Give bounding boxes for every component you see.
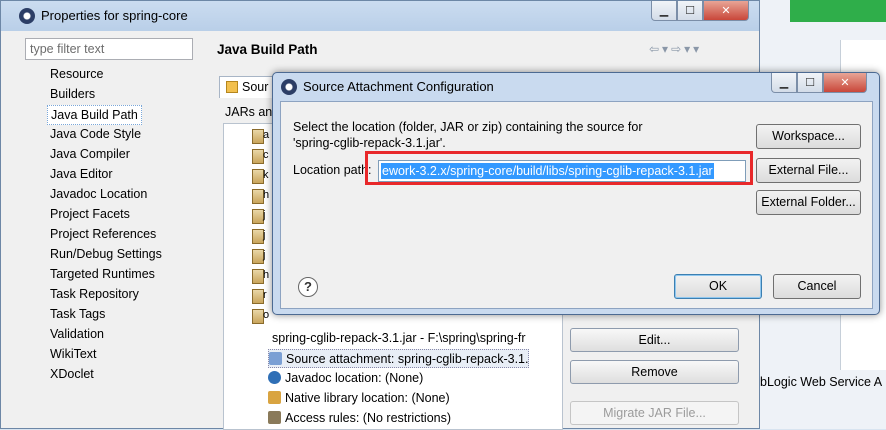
- description-line-2: 'spring-cglib-repack-3.1.jar'.: [293, 136, 446, 150]
- jar-icon[interactable]: j: [252, 229, 266, 244]
- external-folder-button[interactable]: External Folder...: [756, 190, 861, 215]
- jar-icon[interactable]: k: [252, 169, 269, 184]
- jar-icon[interactable]: o: [252, 309, 269, 324]
- jar-name-fragment: h: [263, 189, 270, 201]
- jar-name-fragment: j: [263, 249, 266, 261]
- edit-button[interactable]: Edit...: [570, 328, 739, 352]
- jar-icon[interactable]: a: [252, 129, 269, 144]
- nav-item-task-tags[interactable]: Task Tags: [47, 305, 108, 325]
- jar-child-label: Javadoc location: (None): [285, 371, 424, 385]
- remove-button[interactable]: Remove: [570, 360, 739, 384]
- maximize-button[interactable]: ☐: [677, 1, 703, 21]
- description-line-1: Select the location (folder, JAR or zip)…: [293, 120, 643, 134]
- workspace-button[interactable]: Workspace...: [756, 124, 861, 149]
- nav-item-run-debug-settings[interactable]: Run/Debug Settings: [47, 245, 165, 265]
- jar-name-fragment: j: [263, 209, 266, 221]
- nav-item-wikitext[interactable]: WikiText: [47, 345, 100, 365]
- jar-name-fragment: a: [263, 129, 270, 141]
- nav-item-java-compiler[interactable]: Java Compiler: [47, 145, 133, 165]
- nav-item-java-editor[interactable]: Java Editor: [47, 165, 116, 185]
- source-tab-icon: [226, 81, 238, 93]
- nav-item-targeted-runtimes[interactable]: Targeted Runtimes: [47, 265, 158, 285]
- jar-icon[interactable]: j: [252, 209, 266, 224]
- jar-child-row[interactable]: Javadoc location: (None): [268, 369, 423, 388]
- filter-input[interactable]: type filter text: [25, 38, 193, 60]
- nav-item-resource[interactable]: Resource: [47, 65, 107, 85]
- jar-name-fragment: c: [263, 149, 269, 161]
- jar-child-label: Access rules: (No restrictions): [285, 411, 452, 425]
- nav-item-xdoclet[interactable]: XDoclet: [47, 365, 97, 385]
- cancel-button[interactable]: Cancel: [773, 274, 861, 299]
- nav-item-validation[interactable]: Validation: [47, 325, 107, 345]
- dialog-close-button[interactable]: ✕: [823, 73, 867, 93]
- selected-jar-row[interactable]: spring-cglib-repack-3.1.jar - F:\spring\…: [272, 329, 526, 348]
- dialog-body: Select the location (folder, JAR or zip)…: [280, 101, 873, 309]
- nav-item-project-facets[interactable]: Project Facets: [47, 205, 133, 225]
- minimize-button[interactable]: ▁: [651, 1, 677, 21]
- dialog-description: Select the location (folder, JAR or zip)…: [293, 119, 733, 151]
- close-button[interactable]: ✕: [703, 1, 749, 21]
- jar-name-fragment: o: [263, 309, 270, 321]
- migrate-jar-button[interactable]: Migrate JAR File...: [570, 401, 739, 425]
- tab-source[interactable]: Sour: [219, 76, 279, 98]
- nav-item-builders[interactable]: Builders: [47, 85, 98, 105]
- source-attachment-dialog: Source Attachment Configuration ▁ ☐ ✕ Se…: [272, 72, 880, 315]
- properties-title-bar: Properties for spring-core ▁ ☐ ✕: [1, 1, 759, 31]
- ok-button[interactable]: OK: [674, 274, 762, 299]
- highlight-annotation: [365, 151, 753, 185]
- dialog-title: Source Attachment Configuration: [303, 79, 494, 94]
- jar-name-fragment: j: [263, 229, 266, 241]
- dialog-minimize-button[interactable]: ▁: [771, 73, 797, 93]
- native-library-icon: [268, 391, 281, 404]
- jar-name-fragment: r: [263, 289, 267, 301]
- history-nav-icons[interactable]: ⇦▾⇨▾▾: [649, 42, 702, 56]
- source-attachment-icon: [269, 352, 282, 365]
- weblogic-label: bLogic Web Service A: [760, 375, 883, 389]
- jar-child-label: Source attachment: spring-cglib-repack-3…: [286, 352, 529, 366]
- eclipse-icon: [19, 8, 35, 24]
- jar-child-row[interactable]: Native library location: (None): [268, 389, 450, 408]
- jar-child-label: Native library location: (None): [285, 391, 450, 405]
- window-title: Properties for spring-core: [41, 8, 188, 23]
- dialog-maximize-button[interactable]: ☐: [797, 73, 823, 93]
- external-file-button[interactable]: External File...: [756, 158, 861, 183]
- eclipse-icon: [281, 79, 297, 95]
- jar-icon[interactable]: j: [252, 249, 266, 264]
- jar-icon[interactable]: h: [252, 269, 269, 284]
- jar-icon[interactable]: c: [252, 149, 269, 164]
- nav-item-java-code-style[interactable]: Java Code Style: [47, 125, 144, 145]
- nav-item-task-repository[interactable]: Task Repository: [47, 285, 142, 305]
- access-rules-icon: [268, 411, 281, 424]
- nav-item-project-references[interactable]: Project References: [47, 225, 159, 245]
- nav-item-javadoc-location[interactable]: Javadoc Location: [47, 185, 150, 205]
- jar-name-fragment: k: [263, 169, 269, 181]
- nav-item-java-build-path[interactable]: Java Build Path: [47, 105, 142, 125]
- jar-child-row[interactable]: Source attachment: spring-cglib-repack-3…: [268, 349, 530, 368]
- jar-icon[interactable]: h: [252, 189, 269, 204]
- javadoc-icon: [268, 371, 281, 384]
- help-icon[interactable]: ?: [298, 277, 318, 297]
- tab-source-label: Sour: [242, 80, 269, 94]
- taskbar-badge: [790, 0, 886, 22]
- jar-icon[interactable]: r: [252, 289, 267, 304]
- location-path-label: Location path:: [293, 163, 372, 177]
- jar-name-fragment: h: [263, 269, 270, 281]
- page-title: Java Build Path: [217, 42, 318, 57]
- jar-child-row[interactable]: Access rules: (No restrictions): [268, 409, 451, 428]
